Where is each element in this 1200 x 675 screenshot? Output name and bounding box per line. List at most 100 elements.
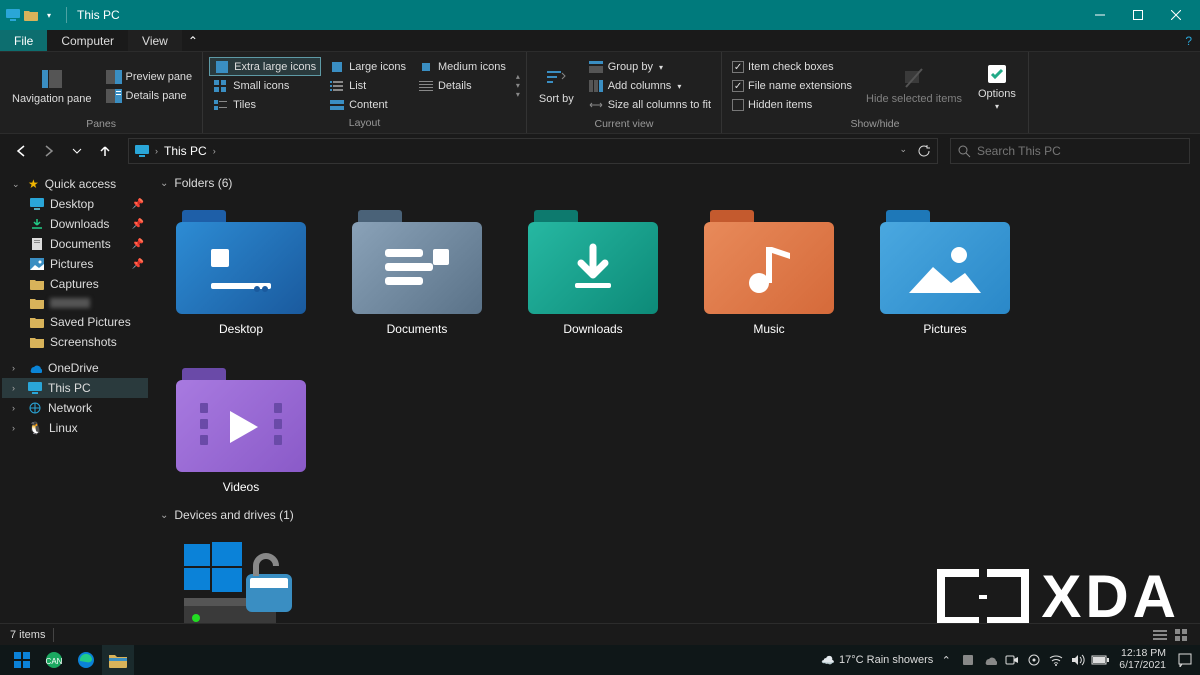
weather-widget[interactable]: ☁️ 17°C Rain showers: [821, 654, 933, 667]
large-icons-button[interactable]: Large icons: [325, 57, 410, 76]
onedrive-icon: [28, 363, 42, 373]
folder-documents[interactable]: Documents: [342, 204, 492, 336]
group-by-button[interactable]: Group by▾: [584, 58, 715, 77]
breadcrumb[interactable]: This PC: [164, 144, 207, 158]
details-button[interactable]: Details: [414, 76, 510, 95]
sidebar-onedrive[interactable]: ›OneDrive: [2, 358, 148, 378]
sidebar-item-captures[interactable]: Captures: [2, 274, 148, 294]
hidden-items-toggle[interactable]: Hidden items: [728, 96, 856, 115]
tray-app-icon[interactable]: [959, 651, 977, 669]
tray-battery-icon[interactable]: [1091, 651, 1109, 669]
small-icons-button[interactable]: Small icons: [209, 76, 321, 95]
linux-icon: 🐧: [28, 421, 43, 435]
tray-wifi-icon[interactable]: [1047, 651, 1065, 669]
this-pc-icon: [28, 382, 42, 394]
hide-selected-button[interactable]: Hide selected items: [860, 54, 968, 118]
details-pane-button[interactable]: Details pane: [102, 86, 197, 105]
xl-icons-icon: [214, 60, 230, 74]
folder-label: Downloads: [563, 322, 622, 336]
sidebar-linux[interactable]: ›🐧Linux: [2, 418, 148, 438]
folder-pictures[interactable]: Pictures: [870, 204, 1020, 336]
tiles-button[interactable]: Tiles: [209, 95, 321, 114]
sort-by-button[interactable]: Sort by: [533, 54, 580, 118]
up-button[interactable]: [94, 140, 116, 162]
sidebar-item-screenshots[interactable]: Screenshots: [2, 332, 148, 352]
options-icon: [985, 62, 1009, 86]
pin-icon: 📌: [132, 199, 144, 210]
list-icon: [329, 79, 345, 93]
sidebar-this-pc[interactable]: ›This PC: [2, 378, 148, 398]
sidebar-item-desktop[interactable]: Desktop📌: [2, 194, 148, 214]
drive-c[interactable]: TIS0031300A (C:): [166, 536, 316, 623]
panes-group-label: Panes: [6, 118, 196, 131]
address-bar[interactable]: › This PC › ⌄: [128, 138, 938, 164]
search-box[interactable]: [950, 138, 1190, 164]
search-input[interactable]: [977, 144, 1183, 158]
folders-group-header[interactable]: ⌄Folders (6): [160, 176, 1190, 190]
sort-icon: [544, 67, 568, 91]
list-button[interactable]: List: [325, 76, 410, 95]
sidebar-network[interactable]: ›Network: [2, 398, 148, 418]
tray-location-icon[interactable]: [1025, 651, 1043, 669]
tray-chevron[interactable]: ⌃: [937, 651, 955, 669]
help-button[interactable]: ?: [1177, 30, 1200, 51]
folder-label: Pictures: [923, 322, 966, 336]
tray-meet-now-icon[interactable]: [1003, 651, 1021, 669]
taskbar-edge[interactable]: [70, 645, 102, 675]
details-view-button[interactable]: [1152, 628, 1168, 642]
tab-view[interactable]: View: [128, 30, 182, 51]
notifications-button[interactable]: [1176, 651, 1194, 669]
content-button[interactable]: Content: [325, 95, 410, 114]
size-columns-button[interactable]: Size all columns to fit: [584, 96, 715, 115]
tab-computer[interactable]: Computer: [47, 30, 128, 51]
content-area: ⌄Folders (6) Desktop Documents Downloads: [150, 168, 1200, 623]
pin-icon: 📌: [132, 219, 144, 230]
minimize-button[interactable]: [1082, 0, 1118, 30]
forward-button[interactable]: [38, 140, 60, 162]
layout-more[interactable]: ▾: [516, 90, 520, 99]
options-button[interactable]: Options ▾: [972, 54, 1022, 118]
medium-icons-button[interactable]: Medium icons: [414, 57, 510, 76]
clock[interactable]: 12:18 PM 6/17/2021: [1113, 648, 1172, 671]
layout-scroll-down[interactable]: ▾: [516, 81, 520, 90]
address-dropdown[interactable]: ⌄: [899, 144, 907, 158]
close-button[interactable]: [1158, 0, 1194, 30]
taskbar-edge-canary[interactable]: CAN: [38, 645, 70, 675]
drives-group-header[interactable]: ⌄Devices and drives (1): [160, 508, 1190, 522]
sidebar-item-pictures[interactable]: Pictures📌: [2, 254, 148, 274]
sidebar-quick-access[interactable]: ⌄★Quick access: [2, 174, 148, 194]
taskbar-explorer[interactable]: [102, 645, 134, 675]
preview-pane-button[interactable]: Preview pane: [102, 67, 197, 86]
search-icon: [957, 144, 971, 158]
sidebar-item-downloads[interactable]: Downloads📌: [2, 214, 148, 234]
folder-desktop[interactable]: Desktop: [166, 204, 316, 336]
folder-videos[interactable]: Videos: [166, 362, 316, 494]
extra-large-icons-button[interactable]: Extra large icons: [209, 57, 321, 76]
thumbnails-view-button[interactable]: [1174, 628, 1190, 642]
ribbon-collapse-button[interactable]: ⌃: [182, 30, 204, 51]
start-button[interactable]: [6, 645, 38, 675]
add-columns-button[interactable]: Add columns▾: [584, 77, 715, 96]
layout-scroll-up[interactable]: ▴: [516, 72, 520, 81]
folder-music[interactable]: Music: [694, 204, 844, 336]
tiles-icon: [213, 98, 229, 112]
refresh-button[interactable]: [917, 144, 931, 158]
folder-downloads[interactable]: Downloads: [518, 204, 668, 336]
group-icon: [588, 60, 604, 74]
navigation-pane-button[interactable]: Navigation pane: [6, 54, 98, 118]
recent-button[interactable]: [66, 140, 88, 162]
tray-volume-icon[interactable]: [1069, 651, 1087, 669]
sidebar-item-documents[interactable]: Documents📌: [2, 234, 148, 254]
hide-icon: [902, 67, 926, 91]
this-pc-icon: [135, 145, 149, 157]
dropdown-icon[interactable]: ▾: [42, 8, 56, 22]
back-button[interactable]: [10, 140, 32, 162]
tab-file[interactable]: File: [0, 30, 47, 51]
file-extensions-toggle[interactable]: ✓File name extensions: [728, 77, 856, 96]
maximize-button[interactable]: [1120, 0, 1156, 30]
sidebar-item-saved-pictures[interactable]: Saved Pictures: [2, 312, 148, 332]
item-checkboxes-toggle[interactable]: ✓Item check boxes: [728, 58, 856, 77]
showhide-label: Show/hide: [728, 118, 1022, 131]
tray-onedrive-icon[interactable]: [981, 651, 999, 669]
sidebar-item-blurred[interactable]: [2, 294, 148, 312]
